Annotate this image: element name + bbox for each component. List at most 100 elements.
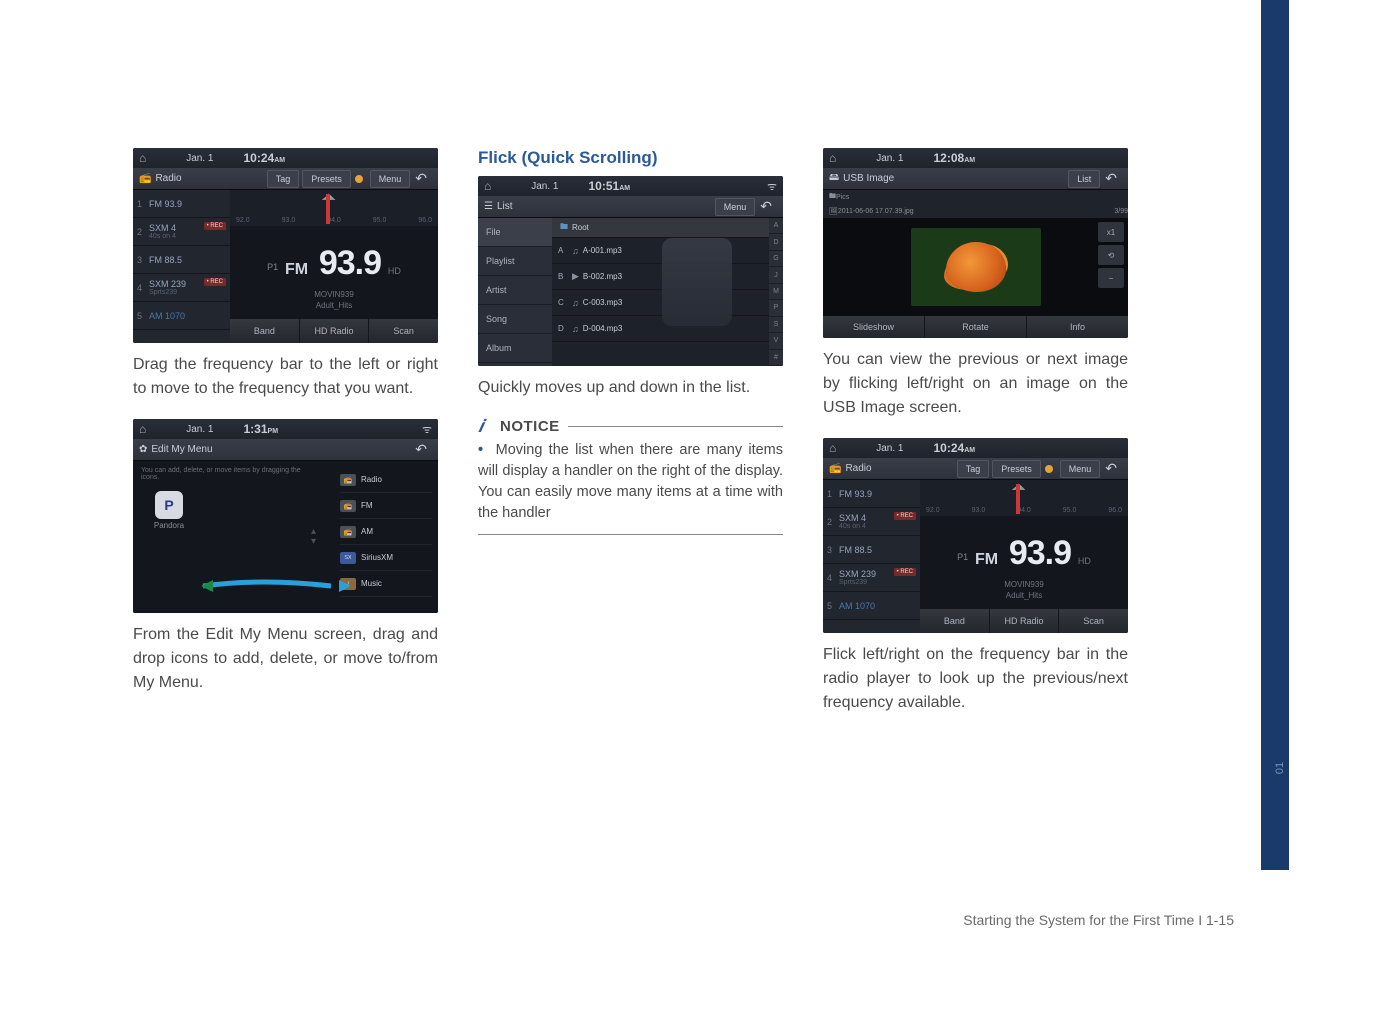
preset-list: 1FM 93.9 2SXM 440s on 4• REC 3FM 88.5 4S… [133,190,230,343]
band-button[interactable]: Band [920,609,990,633]
image-viewer[interactable]: x1 ⟲ − [823,218,1128,316]
list-item[interactable]: 📻AM [340,519,432,545]
list-item[interactable]: 📻FM [340,493,432,519]
editmenu-title-bar: ✿ Edit My Menu ↶ [133,439,438,461]
preset-row[interactable]: 2SXM 440s on 4• REC [823,508,920,536]
hd-radio-button[interactable]: HD Radio [990,609,1060,633]
zoom-button[interactable]: x1 [1098,222,1124,242]
radio-title-bar: 📻 Radio Tag Presets Menu ↶ [823,458,1128,480]
breadcrumb: 🖿 Pics [823,190,1128,204]
alpha-index[interactable]: A D G J M P S V # [769,218,783,366]
sidebar-item-file[interactable]: File [478,218,552,247]
preset-row[interactable]: 3FM 88.5 [133,246,230,274]
frequency-display: P1 FM 93.9 HD [920,516,1128,579]
draggable-app-icon[interactable]: P Pandora [141,491,197,530]
preset-row[interactable]: 5AM 1070 [823,592,920,620]
menu-tab[interactable]: Menu [1060,460,1101,478]
radio-icon: 📻 [829,463,841,474]
preset-row[interactable]: 5AM 1070 [133,302,230,330]
scan-button[interactable]: Scan [1059,609,1128,633]
home-icon[interactable]: ⌂ [829,441,836,455]
note-icon: ♫ [572,298,579,308]
rec-badge: • REC [204,278,226,286]
list-caption: Quickly moves up and down in the list. [478,376,783,400]
presets-tab[interactable]: Presets [302,170,351,188]
home-icon[interactable]: ⌂ [829,151,836,165]
status-bar: ⌂ Jan. 1 1:31PM ᯤ [133,419,438,439]
status-bar: ⌂ Jan. 1 10:24AM [823,438,1128,458]
rotate-button[interactable]: ⟲ [1098,245,1124,265]
column-3: ⌂ Jan. 1 12:08AM 🖴 USB Image List ↶ 🖿 Pi… [823,148,1128,715]
frequency-bar[interactable]: 92.0 93.0 94.0 95.0 96.0 [230,190,438,226]
notice-body: • Moving the list when there are many it… [478,440,783,524]
frequency-bar[interactable]: 92.0 93.0 94.0 95.0 96.0 [920,480,1128,516]
back-icon[interactable]: ↶ [1100,460,1122,477]
pandora-icon[interactable]: P [155,491,183,519]
back-icon[interactable]: ↶ [1100,170,1122,187]
hd-radio-button[interactable]: HD Radio [300,319,370,343]
content-columns: ⌂ Jan. 1 10:24AM 📻 Radio Tag Presets Men… [133,148,1263,715]
home-icon[interactable]: ⌂ [484,179,491,193]
rec-badge: • REC [204,222,226,230]
status-date: Jan. 1 [876,153,903,164]
preset-row[interactable]: 4SXM 239Sprts239• REC [823,564,920,592]
list-item[interactable]: B▶B-002.mp3 [552,264,769,290]
play-icon: ▶ [572,271,579,282]
preset-row[interactable]: 3FM 88.5 [823,536,920,564]
back-icon[interactable]: ↶ [410,441,432,458]
presets-tab[interactable]: Presets [992,460,1041,478]
list-title-bar: ☰ List Menu ↶ [478,196,783,218]
rotate-button[interactable]: Rotate [925,316,1027,338]
menu-button[interactable]: Menu [715,198,756,216]
band-button[interactable]: Band [230,319,300,343]
back-icon[interactable]: ↶ [410,170,432,187]
editmenu-hint: You can add, delete, or move items by dr… [141,467,311,481]
status-bar: ⌂ Jan. 1 10:24AM [133,148,438,168]
radio-screenshot: ⌂ Jan. 1 10:24AM 📻 Radio Tag Presets Men… [133,148,438,343]
frequency-needle[interactable] [326,194,330,224]
root-header[interactable]: 🖿Root [552,218,769,238]
radio-body: 1FM 93.9 2SXM 440s on 4• REC 3FM 88.5 4S… [823,480,1128,633]
usb-caption: You can view the previous or next image … [823,348,1128,420]
usb-icon: 🖴 [829,170,839,187]
list-item[interactable]: A♫A-001.mp3 [552,238,769,264]
list-item[interactable]: sxSiriusXM [340,545,432,571]
list-item[interactable]: ♪Music [340,571,432,597]
column-1: ⌂ Jan. 1 10:24AM 📻 Radio Tag Presets Men… [133,148,438,715]
slideshow-button[interactable]: Slideshow [823,316,925,338]
gear-icon: ✿ [139,444,147,455]
home-icon[interactable]: ⌂ [139,422,146,436]
sidebar-item-song[interactable]: Song [478,305,552,334]
frequency-needle[interactable] [1016,484,1020,514]
screen-title: Radio [155,173,181,184]
scroll-arrows-icon[interactable]: ▴▾ [311,527,316,547]
chapter-side-tab [1261,0,1289,870]
scroll-handler[interactable] [662,238,732,326]
home-icon[interactable]: ⌂ [139,151,146,165]
info-button[interactable]: Info [1027,316,1128,338]
flick-heading: Flick (Quick Scrolling) [478,148,783,168]
tag-tab[interactable]: Tag [267,170,300,188]
minus-button[interactable]: − [1098,268,1124,288]
status-date: Jan. 1 [876,443,903,454]
preset-row[interactable]: 2SXM 440s on 4• REC [133,218,230,246]
menu-tab[interactable]: Menu [370,170,411,188]
file-list[interactable]: 🖿Root A♫A-001.mp3 B▶B-002.mp3 C♫C-003.mp… [552,218,769,366]
sidebar-item-playlist[interactable]: Playlist [478,247,552,276]
sidebar-item-artist[interactable]: Artist [478,276,552,305]
preset-row[interactable]: 1FM 93.9 [133,190,230,218]
preset-row[interactable]: 4SXM 239Sprts239• REC [133,274,230,302]
preset-row[interactable]: 1FM 93.9 [823,480,920,508]
back-icon[interactable]: ↶ [755,198,777,215]
list-item[interactable]: C♫C-003.mp3 [552,290,769,316]
list-item[interactable]: D♫D-004.mp3 [552,316,769,342]
tag-tab[interactable]: Tag [957,460,990,478]
list-item[interactable]: 📻Radio [340,467,432,493]
list-button[interactable]: List [1068,170,1100,188]
divider [478,534,783,535]
sidebar-item-album[interactable]: Album [478,334,552,363]
rec-badge: • REC [894,512,916,520]
note-icon: ♫ [572,324,579,334]
scan-button[interactable]: Scan [369,319,438,343]
radio-body: 1FM 93.9 2SXM 440s on 4• REC 3FM 88.5 4S… [133,190,438,343]
